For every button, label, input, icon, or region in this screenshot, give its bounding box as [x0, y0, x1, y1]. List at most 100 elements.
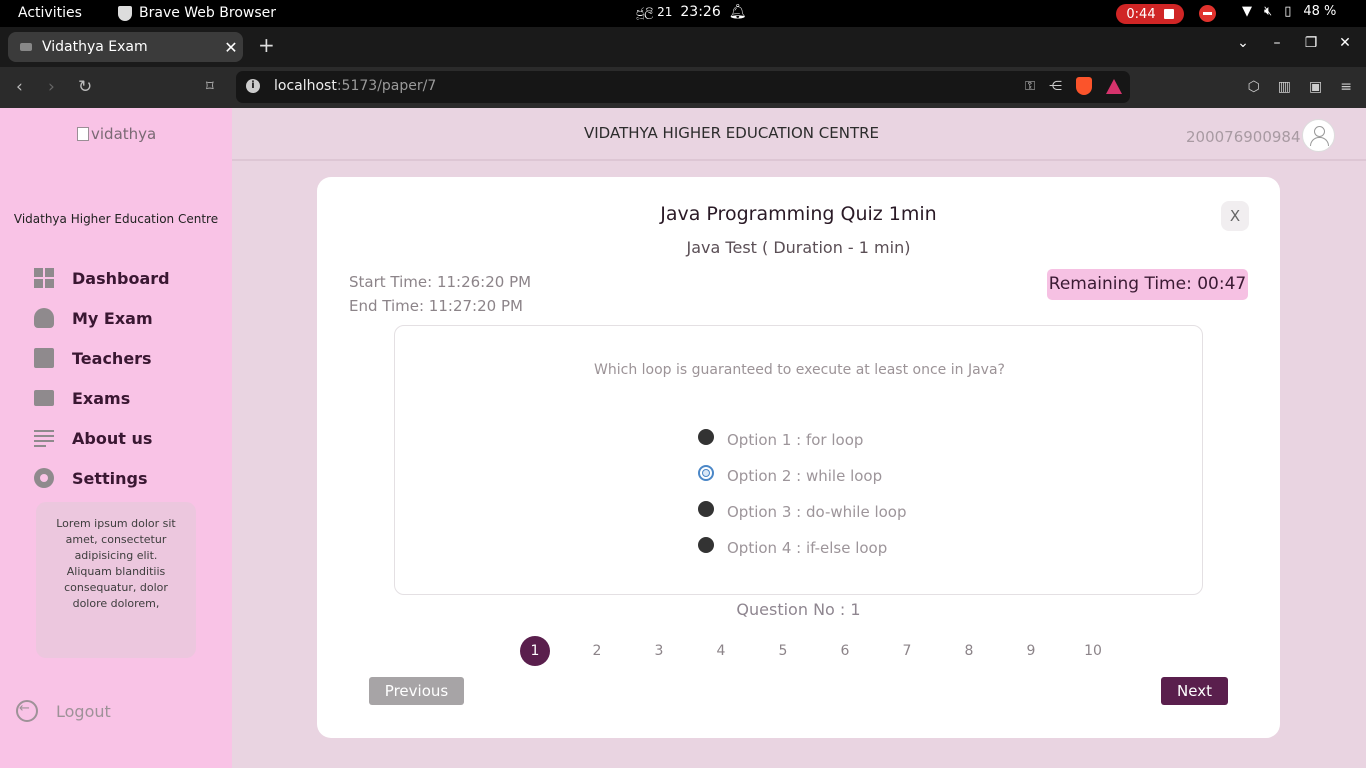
page-button-8[interactable]: 8 [938, 636, 1000, 666]
wifi-icon: ▼ [1242, 4, 1252, 19]
tab-list-chevron-icon[interactable]: ⌄ [1236, 35, 1250, 51]
bell-icon: 🔔︎ [728, 4, 747, 20]
address-bar[interactable]: i localhost:5173/paper/7 ⚿ ⋲ [236, 71, 1130, 103]
page-button-4[interactable]: 4 [690, 636, 752, 666]
radio-button[interactable] [698, 429, 714, 445]
avatar[interactable] [1302, 119, 1335, 152]
sidebar-info-card: Lorem ipsum dolor sit amet, consectetur … [36, 502, 196, 658]
clock-date: ජූලි 21 [636, 4, 673, 19]
extensions-icon[interactable]: ⬡ [1248, 79, 1260, 95]
system-tray[interactable]: ▼ 🔇︎ ▯ 48 % [1242, 4, 1336, 19]
address-bar-actions: ⚿ ⋲ [1025, 77, 1122, 95]
url-path: :5173/paper/7 [336, 78, 437, 94]
remaining-time-badge: Remaining Time: 00:47 [1047, 269, 1248, 300]
toolbar-right-icons: ⬡ ▥ ▣ ≡ [1248, 79, 1352, 95]
logout-button[interactable]: Logout [16, 700, 111, 722]
option-2[interactable]: Option 2 : while loop [698, 458, 907, 494]
page-number: 9 [1026, 643, 1036, 659]
end-time: End Time: 11:27:20 PM [349, 297, 523, 315]
page-number: 2 [592, 643, 602, 659]
question-card: Which loop is guaranteed to execute at l… [394, 325, 1203, 595]
option-3[interactable]: Option 3 : do-while loop [698, 494, 907, 530]
quiz-title: Java Programming Quiz 1min [660, 203, 937, 225]
page-number: 6 [840, 643, 850, 659]
page-button-9[interactable]: 9 [1000, 636, 1062, 666]
question-pagination: 1 2 3 4 5 6 7 8 9 10 [504, 636, 1124, 666]
os-top-bar: Activities Brave Web Browser ජූලි 21 23:… [0, 0, 1366, 27]
page-button-1[interactable]: 1 [504, 636, 566, 666]
app-name: Brave Web Browser [139, 5, 276, 21]
clock[interactable]: ජූලි 21 23:26 🔔︎ [636, 4, 747, 20]
screen-recording-indicator[interactable]: 0:44 [1116, 4, 1184, 24]
tab-title: Vidathya Exam [42, 39, 148, 55]
menu-icon[interactable]: ≡ [1340, 79, 1352, 95]
site-info-icon[interactable]: i [246, 79, 260, 93]
sidebar-item-exams[interactable]: Exams [34, 378, 170, 418]
quiz-times: Start Time: 11:26:20 PM End Time: 11:27:… [349, 270, 531, 318]
page-button-3[interactable]: 3 [628, 636, 690, 666]
option-label: Option 4 : if-else loop [727, 539, 888, 557]
forward-icon[interactable]: › [48, 77, 55, 97]
broken-image-icon [77, 127, 89, 141]
close-button[interactable]: X [1221, 201, 1249, 231]
page-button-10[interactable]: 10 [1062, 636, 1124, 666]
minimize-icon[interactable]: – [1270, 35, 1284, 51]
activities-button[interactable]: Activities [18, 5, 82, 21]
question-number: Question No : 1 [736, 600, 861, 619]
previous-button[interactable]: Previous [369, 677, 464, 705]
close-window-icon[interactable]: ✕ [1338, 35, 1352, 51]
option-1[interactable]: Option 1 : for loop [698, 422, 907, 458]
start-time: Start Time: 11:26:20 PM [349, 273, 532, 291]
page-button-7[interactable]: 7 [876, 636, 938, 666]
battery-icon: ▯ [1284, 4, 1292, 19]
page-number: 1 [520, 636, 550, 666]
brave-rewards-icon[interactable] [1106, 78, 1122, 94]
sidebar-toggle-icon[interactable]: ▥ [1278, 79, 1291, 95]
restore-icon[interactable]: ❐ [1304, 35, 1318, 51]
page-button-2[interactable]: 2 [566, 636, 628, 666]
page: vidathya Vidathya Higher Education Centr… [0, 108, 1366, 768]
close-tab-icon[interactable]: ✕ [219, 38, 243, 57]
sidebar-item-teachers[interactable]: Teachers [34, 338, 170, 378]
browser-tab[interactable]: Vidathya Exam ✕ [8, 32, 243, 62]
page-number: 10 [1084, 643, 1102, 659]
wallet-icon[interactable]: ▣ [1309, 79, 1322, 95]
option-4[interactable]: Option 4 : if-else loop [698, 530, 907, 566]
do-not-disturb-icon[interactable] [1199, 5, 1216, 22]
bookmark-icon[interactable]: ⌑ [206, 77, 214, 95]
url-text[interactable]: localhost:5173/paper/7 [274, 78, 436, 94]
stop-icon [1163, 9, 1174, 19]
clock-time: 23:26 [680, 4, 721, 20]
brave-shields-icon[interactable] [1076, 77, 1092, 95]
sidebar-item-label: Exams [72, 388, 131, 408]
key-icon[interactable]: ⚿ [1025, 79, 1035, 94]
graduate-icon [34, 308, 54, 328]
page-button-5[interactable]: 5 [752, 636, 814, 666]
next-button[interactable]: Next [1161, 677, 1228, 705]
radio-button-selected[interactable] [698, 465, 714, 481]
logout-label: Logout [56, 701, 111, 721]
radio-button[interactable] [698, 501, 714, 517]
recording-time: 0:44 [1126, 6, 1156, 22]
sidebar-item-label: About us [72, 428, 153, 448]
sidebar: vidathya Vidathya Higher Education Centr… [0, 108, 232, 768]
sidebar-item-label: My Exam [72, 308, 153, 328]
app-menu[interactable]: Brave Web Browser [118, 5, 276, 21]
logo: vidathya [77, 125, 156, 143]
sidebar-item-settings[interactable]: Settings [34, 458, 170, 498]
sidebar-item-dashboard[interactable]: Dashboard [34, 258, 170, 298]
reload-icon[interactable]: ↻ [78, 77, 92, 97]
new-tab-button[interactable]: + [258, 33, 275, 57]
page-button-6[interactable]: 6 [814, 636, 876, 666]
option-label: Option 3 : do-while loop [727, 503, 907, 521]
browser-toolbar: ‹ › ↻ ⌑ i localhost:5173/paper/7 ⚿ ⋲ ⬡ ▥… [0, 67, 1366, 108]
quiz-modal: Java Programming Quiz 1min Java Test ( D… [317, 177, 1280, 738]
sidebar-item-my-exam[interactable]: My Exam [34, 298, 170, 338]
sidebar-item-about-us[interactable]: About us [34, 418, 170, 458]
radio-button[interactable] [698, 537, 714, 553]
gear-icon [34, 468, 54, 488]
back-icon[interactable]: ‹ [16, 77, 23, 97]
share-icon[interactable]: ⋲ [1049, 79, 1062, 94]
teacher-icon [34, 348, 54, 368]
sidebar-item-label: Settings [72, 468, 148, 488]
